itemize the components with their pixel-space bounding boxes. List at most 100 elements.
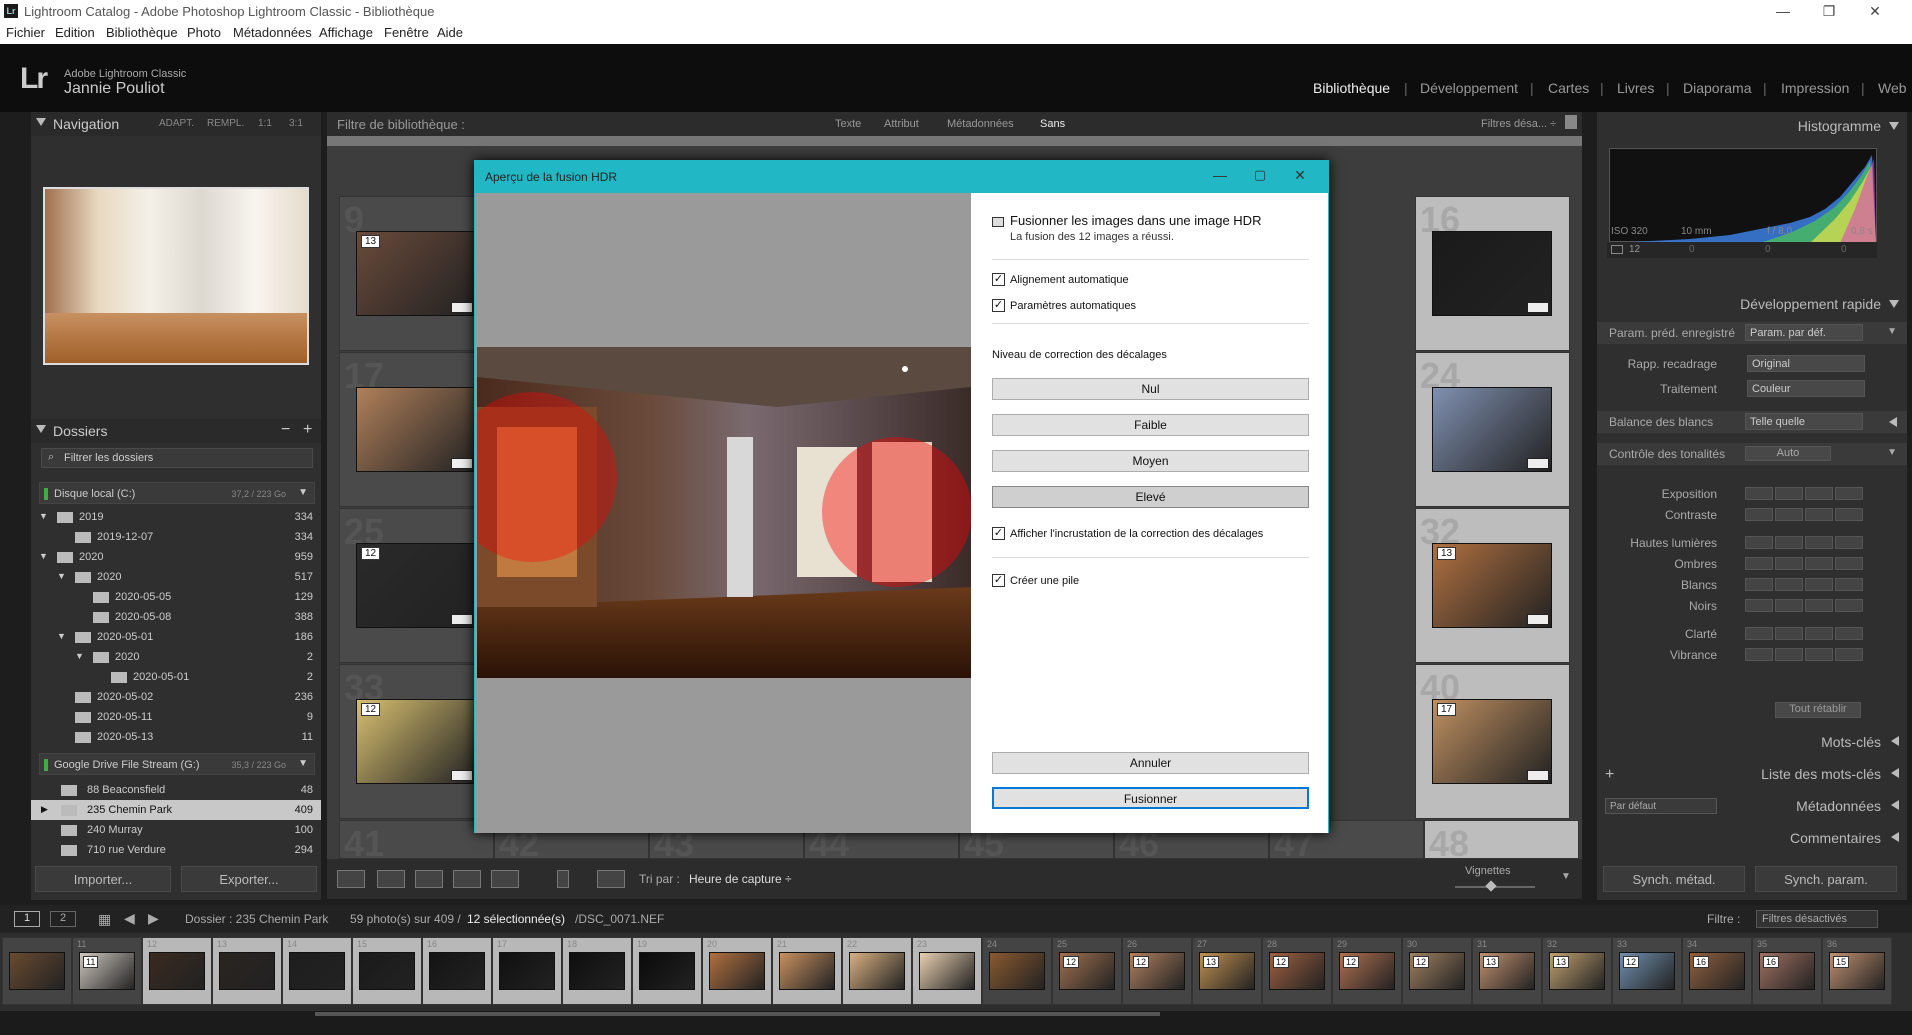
filmstrip-cell[interactable]: 31 13 xyxy=(1472,937,1542,1005)
folder-expand-icon[interactable]: ▼ xyxy=(57,571,66,581)
zoom-fit[interactable]: ADAPT. xyxy=(159,118,194,129)
decrease-large-button[interactable] xyxy=(1745,648,1773,661)
zoom-3-1[interactable]: 3:1 xyxy=(289,118,303,129)
filmstrip-cell[interactable]: 30 12 xyxy=(1402,937,1472,1005)
dialog-minimize-button[interactable]: — xyxy=(1205,167,1235,187)
filmstrip-thumbnail[interactable] xyxy=(779,952,835,990)
edit-badge-icon[interactable] xyxy=(451,614,473,625)
volume-local-disk[interactable]: Disque local (C:) 37,2 / 223 Go ▼ xyxy=(39,482,315,504)
folder-item[interactable]: 240 Murray 100 xyxy=(31,820,321,840)
filmstrip-thumbnail[interactable] xyxy=(989,952,1045,990)
edit-badge-icon[interactable] xyxy=(1527,302,1549,313)
minimize-button[interactable]: — xyxy=(1760,1,1806,21)
filmstrip-source[interactable]: Dossier : 235 Chemin Park xyxy=(185,912,328,926)
cancel-button[interactable]: Annuler xyxy=(992,752,1309,774)
stack-count-badge[interactable]: 12 xyxy=(1413,956,1430,968)
grid-view-icon[interactable] xyxy=(337,870,365,888)
thumbnail-size-handle[interactable] xyxy=(1485,880,1497,892)
decrease-button[interactable] xyxy=(1775,599,1803,612)
increase-large-button[interactable] xyxy=(1835,599,1863,612)
sort-select[interactable]: Heure de capture ÷ xyxy=(689,872,792,886)
grid-cell[interactable]: 33 12 xyxy=(339,664,494,819)
increase-large-button[interactable] xyxy=(1835,508,1863,521)
lock-icon[interactable] xyxy=(1565,115,1577,129)
metadata-header[interactable]: Par défaut Métadonnées xyxy=(1597,798,1907,820)
stack-count-badge[interactable]: 12 xyxy=(1063,956,1080,968)
filmstrip-thumbnail[interactable] xyxy=(569,952,625,990)
grid-thumbnail[interactable]: 12 xyxy=(356,699,476,784)
decrease-large-button[interactable] xyxy=(1745,599,1773,612)
spray-can-icon[interactable] xyxy=(557,870,569,888)
filmstrip-thumbnail[interactable] xyxy=(149,952,205,990)
menu-edition[interactable]: Edition xyxy=(55,25,95,40)
comments-header[interactable]: Commentaires xyxy=(1597,830,1907,852)
remove-folder-icon[interactable]: − xyxy=(281,421,290,439)
grid-thumbnail[interactable] xyxy=(356,387,476,472)
filmstrip-cell[interactable]: 12 xyxy=(142,937,212,1005)
filmstrip-cell[interactable]: 36 15 xyxy=(1822,937,1892,1005)
deghost-high-button[interactable]: Elevé xyxy=(992,486,1309,508)
deghost-none-button[interactable]: Nul xyxy=(992,378,1309,400)
increase-large-button[interactable] xyxy=(1835,487,1863,500)
filmstrip-cell[interactable]: 20 xyxy=(702,937,772,1005)
folder-item[interactable]: ▼ 2020 2 xyxy=(31,647,321,667)
edit-badge-icon[interactable] xyxy=(1527,614,1549,625)
white-balance-select[interactable]: Telle quelle xyxy=(1745,413,1863,430)
grid-cell[interactable]: 16 xyxy=(1415,196,1570,351)
folder-item[interactable]: ▼ 2020 959 xyxy=(31,547,321,567)
auto-settings-checkbox[interactable]: ✓ xyxy=(992,299,1005,312)
grid-icon[interactable]: ▦ xyxy=(98,911,111,928)
filmstrip-thumbnail[interactable] xyxy=(9,952,65,990)
grid-thumbnail[interactable]: 12 xyxy=(356,543,476,628)
dialog-close-button[interactable]: ✕ xyxy=(1285,167,1315,187)
filmstrip-cell[interactable]: 13 xyxy=(212,937,282,1005)
filter-preset-select[interactable]: Filtres désa... ÷ xyxy=(1481,118,1556,130)
increase-button[interactable] xyxy=(1805,599,1833,612)
volume-google-drive[interactable]: Google Drive File Stream (G:) 35,3 / 223… xyxy=(39,753,315,775)
folder-item[interactable]: 2020-05-11 9 xyxy=(31,707,321,727)
increase-large-button[interactable] xyxy=(1835,648,1863,661)
loupe-view-icon[interactable] xyxy=(377,870,405,888)
filmstrip-cell[interactable]: 22 xyxy=(842,937,912,1005)
increase-button[interactable] xyxy=(1805,627,1833,640)
module-bibliotheque[interactable]: Bibliothèque xyxy=(1313,80,1390,96)
filmstrip-cell[interactable]: 33 12 xyxy=(1612,937,1682,1005)
increase-button[interactable] xyxy=(1805,536,1833,549)
merge-button[interactable]: Fusionner xyxy=(992,787,1309,809)
module-cartes[interactable]: Cartes xyxy=(1548,80,1589,96)
grid-thumbnail[interactable]: 17 xyxy=(1432,699,1552,784)
folder-item[interactable]: 710 rue Verdure 294 xyxy=(31,840,321,860)
filmstrip-cell[interactable]: 21 xyxy=(772,937,842,1005)
menu-photo[interactable]: Photo xyxy=(187,25,221,40)
grid-cell[interactable]: 17 xyxy=(339,352,494,507)
maximize-button[interactable]: ❐ xyxy=(1806,1,1852,21)
folders-header[interactable]: Dossiers − + xyxy=(31,419,321,443)
filmstrip-cell[interactable] xyxy=(2,937,72,1005)
auto-align-checkbox[interactable]: ✓ xyxy=(992,273,1005,286)
edit-badge-icon[interactable] xyxy=(451,770,473,781)
folder-expand-icon[interactable]: ▼ xyxy=(57,631,66,641)
folder-expand-icon[interactable]: ▶ xyxy=(41,804,48,815)
stack-count-badge[interactable]: 13 xyxy=(361,235,381,248)
filter-tab-attribute[interactable]: Attribut xyxy=(884,118,919,130)
decrease-button[interactable] xyxy=(1775,578,1803,591)
decrease-large-button[interactable] xyxy=(1745,508,1773,521)
menu-aide[interactable]: Aide xyxy=(437,25,463,40)
folder-item[interactable]: ▼ 2019 334 xyxy=(31,507,321,527)
grid-cell[interactable]: 32 13 xyxy=(1415,508,1570,663)
grid-cell[interactable]: 25 12 xyxy=(339,508,494,663)
metadata-preset-select[interactable]: Par défaut xyxy=(1605,798,1717,814)
filmstrip-thumbnail[interactable] xyxy=(359,952,415,990)
crop-tool-icon[interactable] xyxy=(1611,245,1623,254)
saved-preset-select[interactable]: Param. par déf. xyxy=(1745,324,1863,341)
filmstrip-thumbnail[interactable] xyxy=(289,952,345,990)
sort-direction-icon[interactable] xyxy=(597,870,625,888)
folder-item[interactable]: 2020-05-02 236 xyxy=(31,687,321,707)
dialog-maximize-button[interactable]: ▢ xyxy=(1245,167,1275,187)
forward-arrow-icon[interactable]: ▶ xyxy=(148,910,159,927)
filmstrip-cell[interactable]: 32 13 xyxy=(1542,937,1612,1005)
secondary-window-button[interactable]: 2 xyxy=(50,911,76,927)
decrease-large-button[interactable] xyxy=(1745,627,1773,640)
survey-view-icon[interactable] xyxy=(453,870,481,888)
folder-item[interactable]: 2020-05-01 2 xyxy=(31,667,321,687)
